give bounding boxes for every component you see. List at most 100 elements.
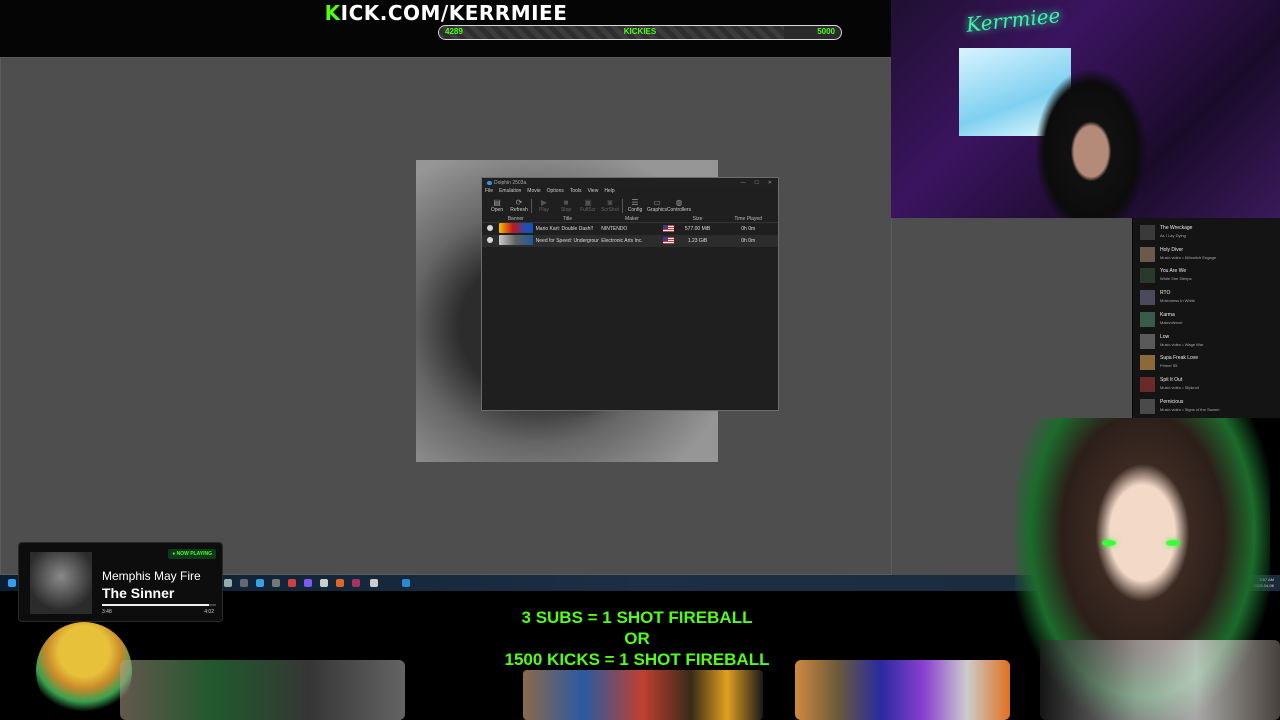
goal-label: KICKIES: [623, 27, 657, 36]
menu-help[interactable]: Help: [604, 188, 614, 194]
playlist-track-title: RTO: [1160, 290, 1171, 297]
start-button[interactable]: [8, 579, 16, 587]
game-row[interactable]: Mario Kart: Double Dash!! NINTENDO 577.0…: [482, 223, 778, 235]
taskbar-app-icon[interactable]: [256, 579, 264, 587]
column-maker[interactable]: Maker: [599, 216, 663, 222]
menu-bar: File Emulation Movie Options Tools View …: [482, 187, 778, 195]
minimize-button[interactable]: —: [740, 180, 745, 186]
playlist-track-artist: As I Lay Dying: [1160, 233, 1186, 238]
neon-sign: Kerrmiee: [965, 3, 1062, 37]
game-row[interactable]: Need for Speed: Underground 2 Electronic…: [482, 235, 778, 247]
taskbar-app-icon[interactable]: [370, 579, 378, 587]
toolbar-separator: [622, 199, 623, 213]
now-playing-widget: ● NOW PLAYING Memphis May Fire The Sinne…: [18, 542, 223, 622]
menu-tools[interactable]: Tools: [570, 188, 582, 194]
gamecube-platform-icon: [486, 237, 493, 243]
playlist-track-title: Karma: [1160, 311, 1175, 318]
toolbar-refresh-button[interactable]: ⟳ Refresh: [508, 198, 530, 213]
menu-file[interactable]: File: [485, 188, 493, 194]
channel-url-text: ICK.COM/KERRMIEE: [340, 1, 568, 25]
taskbar-app-icon[interactable]: [272, 579, 280, 587]
play-icon: ▶: [540, 198, 548, 207]
dolphin-window[interactable]: Dolphin 2503a — ☐ ✕ File Emulation Movie…: [481, 177, 779, 411]
toolbar-label: Graphics: [646, 207, 667, 213]
menu-view[interactable]: View: [588, 188, 599, 194]
playlist-track-artist: Motionless In White: [1160, 298, 1195, 304]
track-thumbnail: [1140, 311, 1155, 327]
taskbar-app-icon[interactable]: [304, 579, 312, 587]
playlist-track-title: Supa Freak Love: [1160, 355, 1199, 362]
taskbar-app-icon[interactable]: [336, 579, 344, 587]
close-button[interactable]: ✕: [768, 180, 772, 186]
game-title: Need for Speed: Underground 2: [535, 238, 600, 244]
taskbar-app-icon[interactable]: [320, 579, 328, 587]
emote-strip-center: [523, 670, 763, 720]
playlist-item[interactable]: Pernicious Music video • Signs of the Swa…: [1133, 396, 1280, 417]
track-elapsed: 3:48: [102, 609, 112, 615]
game-size: 1.23 GiB: [687, 238, 708, 244]
album-art: [30, 552, 92, 614]
menu-movie[interactable]: Movie: [527, 188, 540, 194]
dolphin-logo-icon: [487, 180, 492, 185]
music-playlist: The Wreckage As I Lay Dying Holy Diver Musi…: [1133, 218, 1280, 418]
game-banner: [498, 235, 533, 245]
playlist-track-artist: Primer 55: [1160, 363, 1178, 369]
taskbar-app-icon[interactable]: [402, 579, 410, 587]
usa-flag-icon: [662, 236, 674, 244]
playlist-item[interactable]: Supa Freak Love Primer 55: [1133, 352, 1280, 373]
toolbar-controllers-button[interactable]: ◍ Controllers: [667, 198, 691, 213]
usa-flag-icon: [662, 224, 674, 232]
playlist-track-artist: Music video • Wage War: [1160, 341, 1204, 347]
toolbar-label: Open: [490, 207, 504, 213]
playlist-item[interactable]: Spit It Out Music video • Slipknot: [1133, 374, 1280, 395]
game-maker: NINTENDO: [601, 226, 628, 232]
webcam-feed: Kerrmiee: [891, 0, 1280, 218]
toolbar-open-button[interactable]: ▤ Open: [486, 198, 508, 213]
avatar-eye: [1166, 540, 1180, 546]
taskbar-app-icon[interactable]: [224, 579, 232, 587]
toolbar-config-button[interactable]: ☰ Config: [624, 198, 646, 213]
emote-strip-right: [795, 660, 1010, 720]
menu-options[interactable]: Options: [547, 188, 564, 194]
column-size[interactable]: Size: [677, 216, 719, 222]
toolbar-stop-button[interactable]: ■ Stop: [555, 198, 577, 213]
window-titlebar[interactable]: Dolphin 2503a — ☐ ✕: [482, 178, 778, 187]
taskbar-app-icon[interactable]: [288, 579, 296, 587]
playlist-item[interactable]: Low Music video • Wage War: [1133, 331, 1280, 352]
column-banner[interactable]: Banner: [498, 216, 534, 222]
game-list-header: Banner Title Maker Size Time Played: [482, 215, 778, 223]
avatar-eye: [1102, 540, 1116, 546]
toolbar-play-button[interactable]: ▶ Play: [533, 198, 555, 213]
track-thumbnail: [1140, 225, 1155, 240]
game-time-played: 0h 0m: [741, 226, 756, 232]
emote-strip-bottom-right: [1040, 640, 1280, 720]
track-title: The Sinner: [102, 585, 175, 601]
playlist-item[interactable]: The Wreckage As I Lay Dying: [1133, 222, 1280, 243]
toolbar-graphics-button[interactable]: ▭ Graphics: [646, 198, 668, 213]
playlist-item[interactable]: Holy Diver Music video • Killswitch Engag…: [1133, 244, 1280, 265]
toolbar-separator: [531, 199, 532, 213]
playlist-item[interactable]: RTO Motionless In White: [1133, 287, 1280, 308]
toolbar-scrshot-button[interactable]: ◙ ScrShot: [599, 198, 621, 213]
column-time-played[interactable]: Time Played: [718, 216, 778, 222]
playlist-track-title: You Are We: [1160, 268, 1187, 275]
playlist-track-artist: Music video • Killswitch Engage: [1160, 254, 1217, 260]
taskbar-app-icon[interactable]: [240, 579, 248, 587]
column-title[interactable]: Title: [534, 216, 600, 222]
maximize-button[interactable]: ☐: [754, 180, 758, 186]
toolbar-label: FullScr: [580, 207, 596, 213]
menu-emulation[interactable]: Emulation: [499, 188, 521, 194]
playlist-track-title: Pernicious: [1160, 398, 1184, 405]
kickies-goal-bar: 4289 KICKIES 5000: [438, 25, 842, 40]
playlist-item[interactable]: Karma Malevolence: [1133, 309, 1280, 330]
track-artist: Memphis May Fire: [102, 569, 201, 583]
sombrero-cat-sticker: [36, 622, 132, 720]
playlist-item[interactable]: You Are We While She Sleeps: [1133, 265, 1280, 286]
promo-line-subs: 3 SUBS = 1 SHOT FIREBALL: [521, 608, 753, 627]
playlist-track-title: The Wreckage: [1160, 225, 1193, 231]
game-time-played: 0h 0m: [741, 238, 756, 244]
playlist-track-title: Spit It Out: [1160, 376, 1183, 383]
taskbar-app-icon[interactable]: [352, 579, 360, 587]
toolbar-fullscr-button[interactable]: ▣ FullScr: [577, 198, 599, 213]
folder-icon: ▤: [493, 198, 501, 207]
